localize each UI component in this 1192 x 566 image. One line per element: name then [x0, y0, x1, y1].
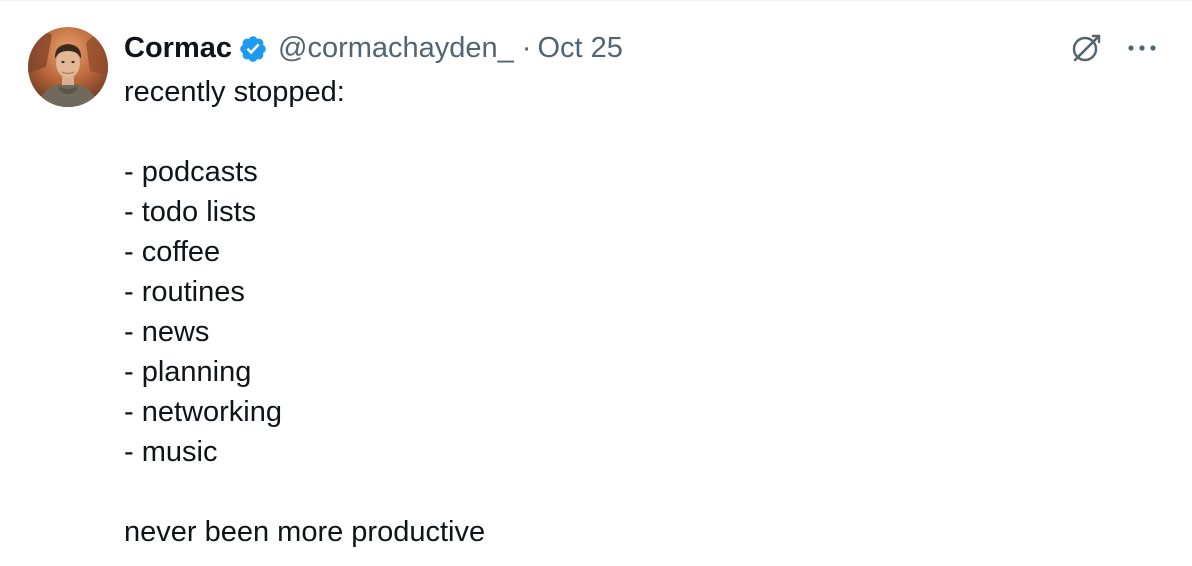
more-options-icon[interactable]: [1124, 36, 1160, 60]
list-item: - music: [124, 436, 218, 468]
list-item: - planning: [124, 356, 252, 388]
tweet-closing: never been more productive: [124, 516, 486, 548]
avatar-photo-icon: [28, 27, 108, 107]
list-item: - networking: [124, 396, 282, 428]
tweet[interactable]: Cormac @cormachayden_ · Oct 25 recently …: [0, 0, 1192, 566]
list-item: - podcasts: [124, 156, 258, 188]
verified-badge-icon[interactable]: [238, 34, 268, 64]
tweet-header: Cormac @cormachayden_ · Oct 25: [124, 28, 623, 68]
handle[interactable]: @cormachayden_: [278, 32, 514, 65]
list-item: - coffee: [124, 236, 221, 268]
avatar[interactable]: [28, 27, 108, 107]
tweet-intro: recently stopped:: [124, 76, 345, 108]
tweet-date[interactable]: Oct 25: [537, 32, 622, 65]
separator-dot: ·: [521, 31, 532, 64]
grok-icon[interactable]: [1069, 31, 1103, 65]
tweet-text: recently stopped: - podcasts - todo list…: [124, 72, 1124, 552]
list-item: - todo lists: [124, 196, 257, 228]
list-item: - routines: [124, 276, 245, 308]
list-item: - news: [124, 316, 210, 348]
display-name[interactable]: Cormac: [124, 32, 232, 65]
